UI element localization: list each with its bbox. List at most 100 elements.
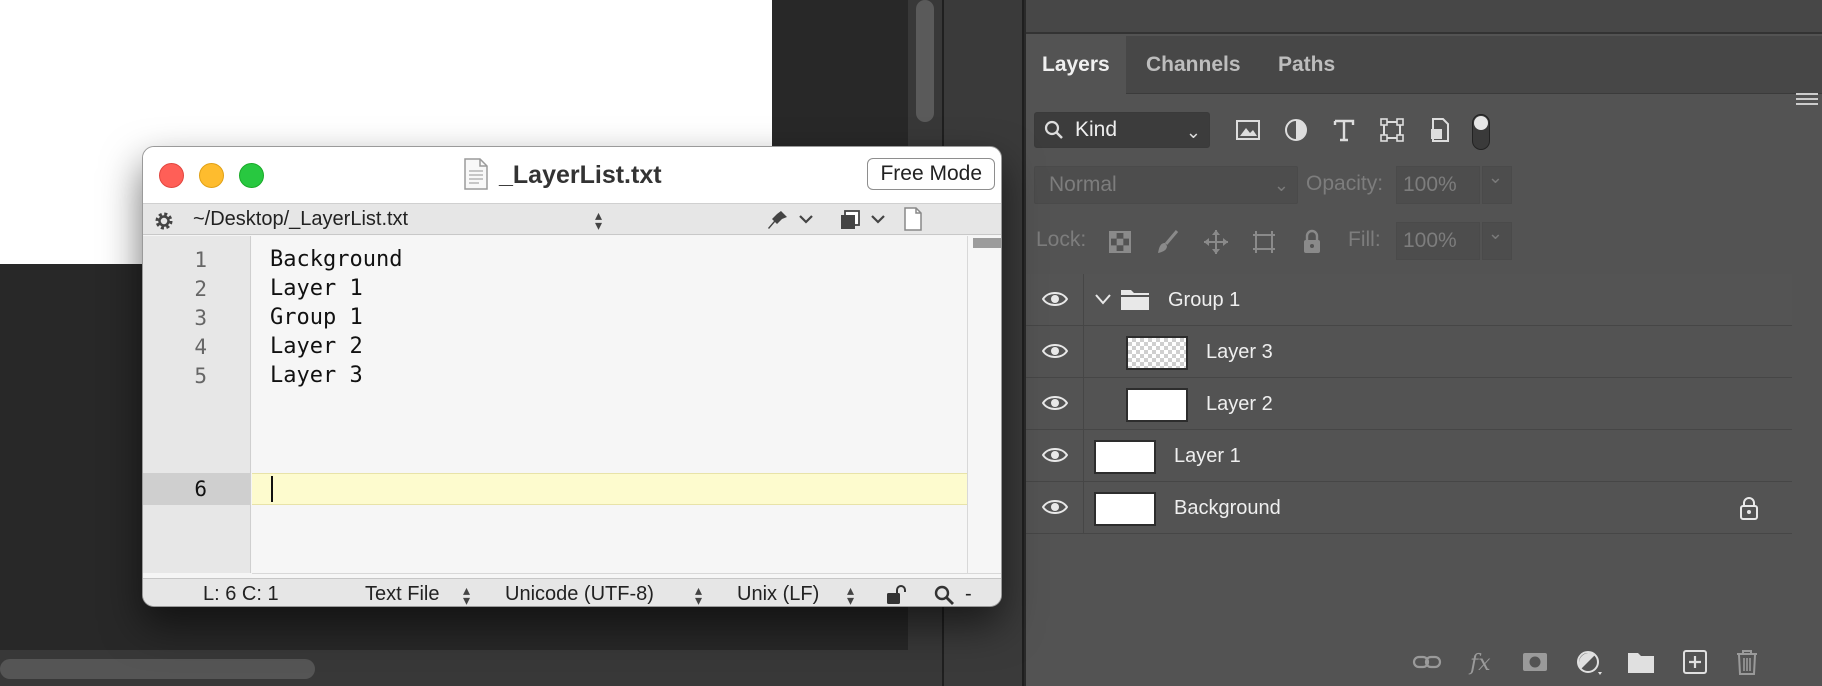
opacity-field[interactable]: 100% <box>1396 166 1480 204</box>
layer-name: Group 1 <box>1168 289 1241 311</box>
layers-panel-footer: fx <box>1026 640 1822 684</box>
lock-label: Lock: <box>1036 228 1087 251</box>
chevron-down-icon: ⌄ <box>1185 122 1201 142</box>
chevron-down-icon: ⌄ <box>1487 223 1503 243</box>
eye-icon <box>1042 500 1068 514</box>
visibility-toggle[interactable] <box>1026 326 1084 377</box>
chevron-down-icon: ⌄ <box>1487 167 1503 187</box>
visibility-toggle[interactable] <box>1026 274 1084 325</box>
file-info-icon[interactable] <box>903 207 923 231</box>
lock-all-icon[interactable] <box>1298 228 1326 256</box>
editor-vertical-scroll-thumb[interactable] <box>973 238 1001 248</box>
editor-status-bar: L: 6 C: 1 Text File ▴ ▾ Unicode (UTF-8) ▴… <box>143 578 1001 606</box>
blend-mode-value: Normal <box>1049 173 1117 196</box>
lock-artboard-icon[interactable] <box>1250 228 1278 256</box>
path-updown-icon[interactable]: ▴ ▾ <box>595 208 602 232</box>
line-endings-select[interactable]: Unix (LF) <box>737 579 819 606</box>
trash-icon[interactable] <box>1732 648 1762 676</box>
file-type-select[interactable]: Text File <box>365 579 439 606</box>
mask-icon[interactable] <box>1520 648 1550 676</box>
fill-dropdown-button[interactable]: ⌄ <box>1482 222 1512 260</box>
search-icon[interactable] <box>933 584 955 606</box>
eye-icon <box>1042 292 1068 306</box>
lock-icon[interactable] <box>1738 496 1760 520</box>
encoding-select[interactable]: Unicode (UTF-8) <box>505 579 654 606</box>
adjustment-layer-filter-icon[interactable] <box>1282 116 1310 144</box>
file-path[interactable]: ~/Desktop/_LayerList.txt <box>193 204 408 234</box>
folder-icon <box>1121 290 1149 310</box>
fx-icon[interactable]: fx <box>1466 648 1496 676</box>
tab-layers[interactable]: Layers <box>1026 36 1126 94</box>
layer-thumbnail <box>1126 388 1188 422</box>
blend-mode-select[interactable]: Normal ⌄ <box>1034 166 1298 204</box>
unlock-icon[interactable] <box>885 584 907 606</box>
adjustment-icon[interactable] <box>1574 648 1604 676</box>
file-path-bar: ~/Desktop/_LayerList.txt ▴ ▾ <box>143 203 1001 235</box>
canvas-vertical-scroll-thumb[interactable] <box>916 0 934 122</box>
visibility-toggle[interactable] <box>1026 378 1084 429</box>
window-title: _LayerList.txt <box>499 161 662 189</box>
svg-text:fx: fx <box>1468 651 1491 676</box>
chevron-down-icon[interactable] <box>871 214 885 224</box>
text-line[interactable]: Layer 3 <box>270 359 363 393</box>
lock-row: Lock: Fill: 100% ⌄ <box>1026 222 1822 262</box>
blend-opacity-row: Normal ⌄ Opacity: 100% ⌄ <box>1026 166 1822 206</box>
lock-image-pixels-icon[interactable] <box>1154 228 1182 256</box>
layer-row-group-1[interactable]: Group 1 <box>1026 274 1792 326</box>
layer-thumbnail <box>1126 336 1188 370</box>
panel-top-strip <box>1026 0 1822 34</box>
pixel-layer-filter-icon[interactable] <box>1234 116 1262 144</box>
maximize-button[interactable] <box>239 163 264 188</box>
type-layer-filter-icon[interactable] <box>1330 116 1358 144</box>
free-mode-button[interactable]: Free Mode <box>867 158 995 190</box>
line-number: 6 <box>194 477 207 501</box>
lock-position-icon[interactable] <box>1202 228 1230 256</box>
cursor-position[interactable]: L: 6 C: 1 <box>203 579 279 606</box>
text-editor-window: _LayerList.txt Free Mode ~/Desktop/_Laye… <box>142 146 1002 607</box>
layer-row-layer-3[interactable]: Layer 3 <box>1026 326 1792 378</box>
line-number: 5 <box>194 364 207 388</box>
lock-transparent-pixels-icon[interactable] <box>1106 228 1134 256</box>
eye-icon <box>1042 396 1068 410</box>
layer-name: Background <box>1174 497 1281 519</box>
layer-row-background[interactable]: Background <box>1026 482 1792 534</box>
fill-label: Fill: <box>1348 228 1381 251</box>
encoding-updown-icon[interactable]: ▴ ▾ <box>695 583 702 606</box>
opacity-dropdown-button[interactable]: ⌄ <box>1482 166 1512 204</box>
fill-field[interactable]: 100% <box>1396 222 1480 260</box>
filter-kind-select[interactable]: Kind ⌄ <box>1034 112 1210 148</box>
pin-icon[interactable] <box>767 209 789 231</box>
current-line-highlight <box>252 473 969 505</box>
window-title-bar[interactable]: _LayerList.txt Free Mode <box>143 147 1001 203</box>
new-layer-icon[interactable] <box>1680 648 1710 676</box>
editor-vertical-scrollbar[interactable] <box>967 236 1001 573</box>
visibility-toggle[interactable] <box>1026 482 1084 533</box>
chevron-down-icon[interactable] <box>799 214 813 224</box>
chevron-down-icon[interactable] <box>1094 292 1112 306</box>
close-button[interactable] <box>159 163 184 188</box>
folder-icon[interactable] <box>1626 648 1656 676</box>
line-endings-updown-icon[interactable]: ▴ ▾ <box>847 583 854 606</box>
layer-thumbnail <box>1094 440 1156 474</box>
eye-icon <box>1042 448 1068 462</box>
layers-list: Group 1 Layer 3 Layer 2 Layer 1 Backgrou… <box>1026 274 1792 534</box>
file-type-updown-icon[interactable]: ▴ ▾ <box>463 583 470 606</box>
layer-name: Layer 2 <box>1206 393 1273 415</box>
zoom-out-button[interactable]: - <box>965 579 972 606</box>
layer-row-layer-2[interactable]: Layer 2 <box>1026 378 1792 430</box>
canvas-horizontal-scroll-thumb[interactable] <box>0 659 315 679</box>
layer-filter-row: Kind ⌄ <box>1026 100 1822 156</box>
layer-name: Layer 1 <box>1174 445 1241 467</box>
documents-icon[interactable] <box>839 209 861 231</box>
link-icon[interactable] <box>1412 648 1442 676</box>
gear-icon[interactable] <box>153 210 175 232</box>
minimize-button[interactable] <box>199 163 224 188</box>
visibility-toggle[interactable] <box>1026 430 1084 481</box>
smart-object-filter-icon[interactable] <box>1426 116 1454 144</box>
tab-paths[interactable]: Paths <box>1262 36 1351 94</box>
filter-kind-label: Kind <box>1075 118 1118 141</box>
layer-row-layer-1[interactable]: Layer 1 <box>1026 430 1792 482</box>
shape-layer-filter-icon[interactable] <box>1378 116 1406 144</box>
tab-channels[interactable]: Channels <box>1130 36 1257 94</box>
filter-toggle-switch[interactable] <box>1472 114 1490 150</box>
